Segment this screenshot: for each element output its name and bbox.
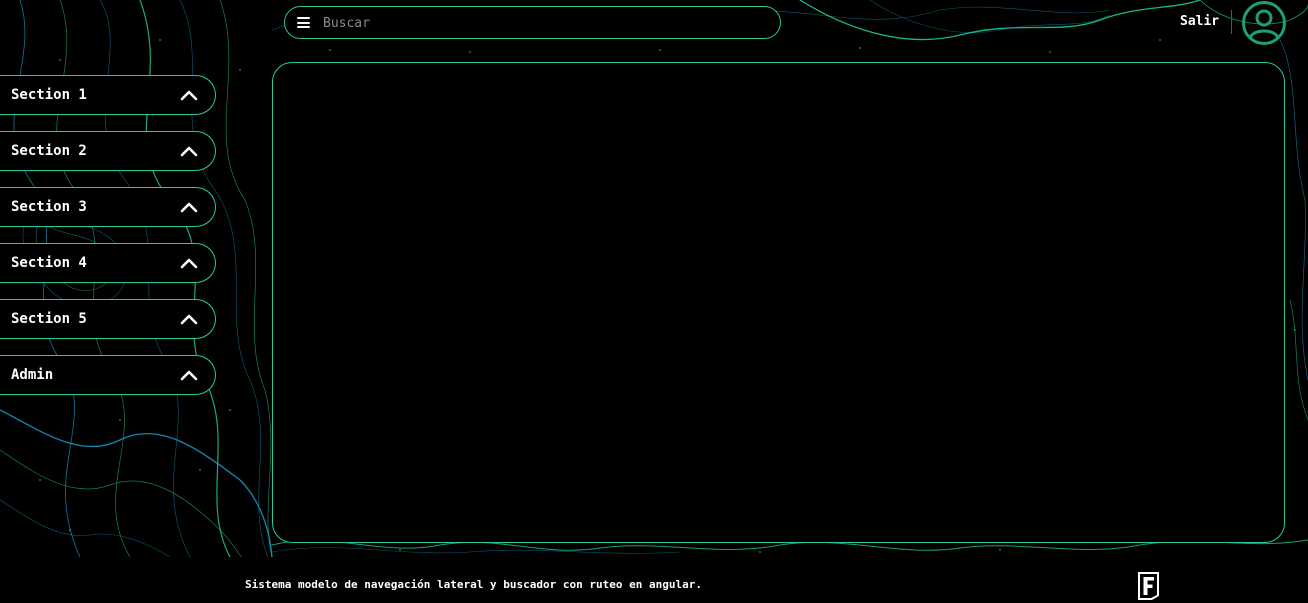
sidebar-item-label: Section 4 xyxy=(11,255,87,271)
chevron-up-icon[interactable] xyxy=(179,144,199,158)
sidebar-item-label: Section 5 xyxy=(11,311,87,327)
sidebar-item-section-5[interactable]: Section 5 xyxy=(0,299,216,339)
sidebar-item-section-1[interactable]: Section 1 xyxy=(0,75,216,115)
sidebar-item-section-3[interactable]: Section 3 xyxy=(0,187,216,227)
sidebar-item-label: Admin xyxy=(11,367,54,383)
chevron-up-icon[interactable] xyxy=(179,312,199,326)
sidebar-nav: Section 1 Section 2 Section 3 Section 4 … xyxy=(0,75,216,411)
chevron-up-icon[interactable] xyxy=(179,368,199,382)
sidebar-item-section-4[interactable]: Section 4 xyxy=(0,243,216,283)
sidebar-item-section-2[interactable]: Section 2 xyxy=(0,131,216,171)
search-bar xyxy=(284,6,781,39)
footer: Sistema modelo de navegación lateral y b… xyxy=(0,557,1308,603)
chevron-up-icon[interactable] xyxy=(179,256,199,270)
logout-button[interactable]: Salir xyxy=(1180,14,1219,29)
chevron-up-icon[interactable] xyxy=(179,200,199,214)
f-logo-icon xyxy=(1138,572,1159,600)
sidebar-item-admin[interactable]: Admin xyxy=(0,355,216,395)
user-circle-icon[interactable] xyxy=(1241,0,1287,46)
hamburger-menu-icon[interactable] xyxy=(297,17,310,28)
sidebar-item-label: Section 2 xyxy=(11,143,87,159)
footer-text: Sistema modelo de navegación lateral y b… xyxy=(245,578,702,591)
main-content-panel xyxy=(272,62,1285,543)
chevron-up-icon[interactable] xyxy=(179,88,199,102)
header-divider xyxy=(1231,10,1232,34)
search-input[interactable] xyxy=(323,11,763,35)
sidebar-item-label: Section 3 xyxy=(11,199,87,215)
sidebar-item-label: Section 1 xyxy=(11,87,87,103)
app-root: Salir Section 1 Section 2 Section 3 Sect… xyxy=(0,0,1308,603)
